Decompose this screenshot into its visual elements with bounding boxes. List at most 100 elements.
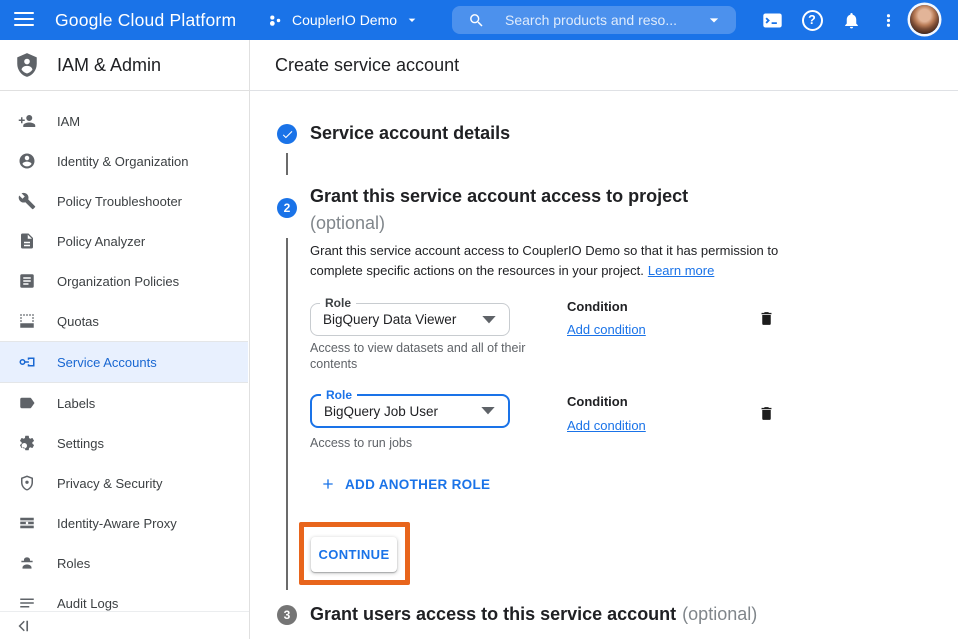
condition-label: Condition	[567, 299, 628, 314]
notifications-icon[interactable]	[839, 8, 863, 32]
main-panel: Create service account Service account d…	[250, 40, 958, 639]
sidebar-item-privacy-security[interactable]: Privacy & Security	[0, 463, 248, 503]
continue-button[interactable]: CONTINUE	[311, 537, 397, 572]
person-add-icon	[18, 112, 36, 130]
avatar[interactable]	[910, 5, 939, 34]
sidebar-item-label: Policy Troubleshooter	[57, 194, 182, 209]
role-select[interactable]: Role BigQuery Data Viewer	[310, 303, 510, 336]
service-account-key-icon	[18, 353, 36, 371]
rows-icon	[18, 514, 36, 532]
check-icon	[281, 128, 294, 141]
sidebar-item-policy-analyzer[interactable]: Policy Analyzer	[0, 221, 248, 261]
article-icon	[18, 272, 36, 290]
stepper-connector	[286, 153, 288, 175]
sidebar-item-quotas[interactable]: Quotas	[0, 301, 248, 341]
sidebar-item-label: Labels	[57, 396, 95, 411]
add-condition-link[interactable]: Add condition	[567, 418, 646, 433]
document-icon	[18, 232, 36, 250]
role-selected-value: BigQuery Job User	[324, 396, 438, 426]
sidebar-item-label: Settings	[57, 436, 104, 451]
collapse-sidebar-icon[interactable]	[14, 617, 32, 635]
project-selector[interactable]: CouplerIO Demo	[266, 0, 420, 40]
role-helper-text: Access to run jobs	[310, 435, 535, 451]
sidebar-item-iam[interactable]: IAM	[0, 101, 248, 141]
step3-optional: (optional)	[682, 604, 757, 624]
screen: Google Cloud Platform CouplerIO Demo ?	[0, 0, 958, 639]
stepper-connector	[286, 238, 288, 590]
delete-role-button[interactable]	[754, 401, 778, 425]
step3-number: 3	[284, 608, 291, 622]
topbar: Google Cloud Platform CouplerIO Demo ?	[0, 0, 958, 40]
search-options-chevron-icon[interactable]	[704, 10, 724, 30]
role-selected-value: BigQuery Data Viewer	[323, 304, 456, 335]
list-lines-icon	[18, 594, 36, 611]
sidebar-item-label: Audit Logs	[57, 596, 118, 611]
menu-icon[interactable]	[14, 12, 34, 28]
step2-title: Grant this service account access to pro…	[310, 183, 688, 237]
hat-person-icon	[18, 554, 36, 572]
role-helper-text: Access to view datasets and all of their…	[310, 340, 535, 372]
sidebar-item-label: Organization Policies	[57, 274, 179, 289]
plus-icon	[320, 476, 336, 492]
more-vert-icon[interactable]	[876, 8, 900, 32]
add-condition-link[interactable]: Add condition	[567, 322, 646, 337]
iam-admin-shield-icon	[14, 52, 40, 78]
trash-icon	[758, 310, 775, 327]
sidebar-item-label: Identity-Aware Proxy	[57, 516, 177, 531]
search-input[interactable]	[503, 11, 704, 29]
project-icon	[266, 11, 285, 30]
sidebar-item-label: IAM	[57, 114, 80, 129]
sidebar-item-label: Identity & Organization	[57, 154, 189, 169]
step1-check-circle	[277, 124, 297, 144]
page-title: Create service account	[250, 40, 958, 90]
search-bar	[452, 6, 736, 34]
sidebar: IAM & Admin IAM Identity & Organization …	[0, 40, 250, 639]
sidebar-item-organization-policies[interactable]: Organization Policies	[0, 261, 248, 301]
sidebar-item-settings[interactable]: Settings	[0, 423, 248, 463]
step3-number-circle: 3	[277, 605, 297, 625]
project-name: CouplerIO Demo	[292, 12, 397, 28]
create-service-account-stepper: Service account details 2 Grant this ser…	[250, 91, 958, 639]
account-circle-icon	[18, 152, 36, 170]
sidebar-item-roles[interactable]: Roles	[0, 543, 248, 583]
role-select[interactable]: Role BigQuery Job User	[310, 394, 510, 428]
dropdown-arrow-icon	[480, 406, 496, 416]
sidebar-item-service-accounts[interactable]: Service Accounts	[0, 342, 248, 382]
step1-title: Service account details	[310, 123, 510, 144]
step3-title: Grant users access to this service accou…	[310, 604, 757, 625]
step2-optional: (optional)	[310, 210, 688, 237]
step2-number: 2	[284, 201, 291, 215]
learn-more-link[interactable]: Learn more	[648, 263, 714, 278]
step2-description: Grant this service account access to Cou…	[310, 241, 792, 281]
sidebar-header: IAM & Admin	[0, 40, 249, 91]
sidebar-item-policy-troubleshooter[interactable]: Policy Troubleshooter	[0, 181, 248, 221]
sidebar-item-labels[interactable]: Labels	[0, 383, 248, 423]
label-icon	[18, 394, 36, 412]
trash-icon	[758, 405, 775, 422]
sidebar-item-audit-logs[interactable]: Audit Logs	[0, 583, 248, 611]
sidebar-item-label: Service Accounts	[57, 355, 157, 370]
sidebar-item-label: Privacy & Security	[57, 476, 162, 491]
sidebar-title: IAM & Admin	[57, 55, 161, 76]
quotas-icon	[18, 312, 36, 330]
sidebar-nav: IAM Identity & Organization Policy Troub…	[0, 91, 248, 611]
sidebar-item-label: Policy Analyzer	[57, 234, 145, 249]
cloud-shell-icon[interactable]	[760, 8, 784, 32]
condition-label: Condition	[567, 394, 628, 409]
sidebar-item-identity-aware-proxy[interactable]: Identity-Aware Proxy	[0, 503, 248, 543]
sidebar-item-label: Roles	[57, 556, 90, 571]
help-icon[interactable]: ?	[800, 8, 824, 32]
sidebar-footer	[0, 611, 249, 639]
add-another-role-button[interactable]: ADD ANOTHER ROLE	[320, 476, 490, 492]
page-header: Create service account	[250, 40, 958, 91]
wrench-icon	[18, 192, 36, 210]
gear-icon	[18, 434, 36, 452]
step2-number-circle: 2	[277, 198, 297, 218]
dropdown-arrow-icon	[481, 315, 497, 325]
search-icon	[468, 12, 485, 29]
sidebar-item-identity-organization[interactable]: Identity & Organization	[0, 141, 248, 181]
brand-title: Google Cloud Platform	[55, 0, 236, 40]
delete-role-button[interactable]	[754, 306, 778, 330]
sidebar-item-label: Quotas	[57, 314, 99, 329]
chevron-down-icon	[404, 12, 420, 28]
